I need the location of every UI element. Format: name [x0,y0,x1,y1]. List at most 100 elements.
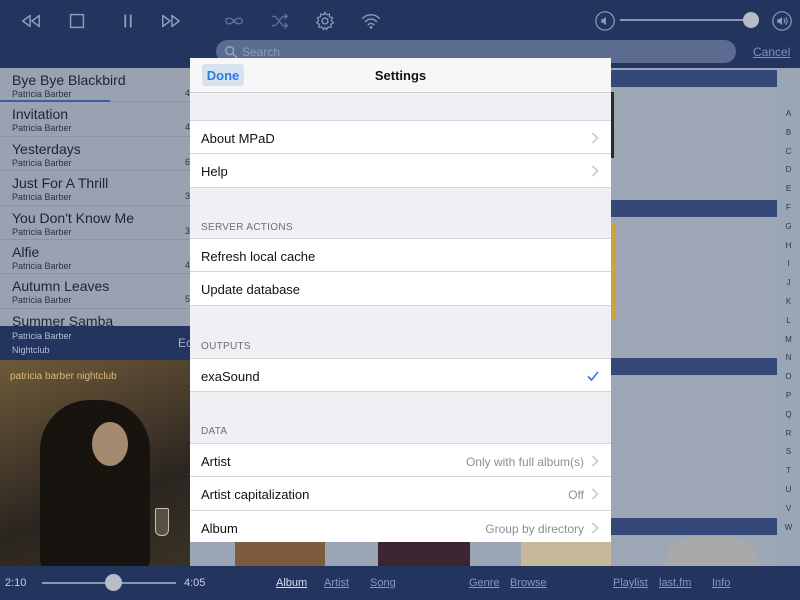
volume-slider-track[interactable] [620,19,755,21]
queue-item-title: Autumn Leaves [12,278,110,295]
alphabet-index-letter[interactable]: O [777,372,800,381]
tab-info[interactable]: Info [712,577,730,589]
queue-item[interactable]: Autumn Leaves Patricia Barber 5 [0,274,190,309]
queue-item[interactable]: Invitation Patricia Barber 4 [0,102,190,137]
play-queue: Bye Bye Blackbird Patricia Barber 4 Invi… [0,68,190,326]
alphabet-index-letter[interactable]: R [777,429,800,438]
rewind-icon[interactable] [18,8,44,34]
alphabet-index-letter[interactable]: W [777,523,800,532]
row-label: Refresh local cache [201,249,316,264]
row-label: exaSound [201,369,260,384]
cancel-search-link[interactable]: Cancel [753,45,790,59]
tab-album[interactable]: Album [276,577,307,589]
alphabet-index-letter[interactable]: I [777,259,800,268]
settings-header: Settings Done [190,58,611,93]
row-label: Update database [201,282,301,297]
section-label-data: DATA [201,426,228,437]
row-value: Off [568,488,584,502]
queue-item[interactable]: You Don't Know Me Patricia Barber 3 [0,206,190,240]
volume-high-icon[interactable] [769,8,795,34]
queue-item-artist: Patricia Barber [12,157,72,168]
row-label: About MPaD [201,131,275,146]
settings-row-help[interactable]: Help [190,154,611,188]
alphabet-index-letter[interactable]: V [777,504,800,513]
settings-row-update-database[interactable]: Update database [190,272,611,306]
chevron-right-icon [591,522,599,534]
alphabet-index-letter[interactable]: K [777,297,800,306]
queue-item[interactable]: Yesterdays Patricia Barber 6 [0,137,190,172]
repeat-icon[interactable] [221,8,247,34]
queue-item-title: Just For A Thrill [12,175,109,192]
checkmark-icon [587,371,599,382]
alphabet-index-letter[interactable]: F [777,203,800,212]
volume-low-icon[interactable] [592,8,618,34]
queue-item[interactable]: Just For A Thrill Patricia Barber 3 [0,171,190,206]
alphabet-index-letter[interactable]: P [777,391,800,400]
pause-icon[interactable] [115,8,141,34]
cover-figure [40,400,150,566]
done-button[interactable]: Done [202,64,244,86]
tab-lastfm[interactable]: last.fm [659,577,691,589]
elapsed-time: 2:10 [5,577,27,589]
queue-item[interactable]: Summer Samba [0,309,190,326]
section-header [611,518,777,535]
section-label-outputs: OUTPUTS [201,341,251,352]
album-grid [611,68,777,566]
tab-song[interactable]: Song [370,577,396,589]
row-value: Group by directory [485,522,584,536]
alphabet-index-letter[interactable]: N [777,353,800,362]
alphabet-index-letter[interactable]: G [777,222,800,231]
alphabet-index-letter[interactable]: D [777,165,800,174]
queue-item-artist: Patricia Barber [12,226,72,237]
bottom-bar: 2:10 4:05 Album Artist Song Genre Browse… [0,566,800,600]
cover-glass [155,508,169,536]
album-thumb[interactable] [611,224,616,319]
section-header [611,200,777,217]
tab-playlist[interactable]: Playlist [613,577,648,589]
chevron-right-icon [591,455,599,467]
settings-row-album[interactable]: Album Group by directory [190,511,611,542]
settings-row-output-exasound[interactable]: exaSound [190,358,611,392]
settings-row-refresh-cache[interactable]: Refresh local cache [190,238,611,272]
row-value: Only with full album(s) [465,455,584,469]
alphabet-index-letter[interactable]: S [777,447,800,456]
album-thumb[interactable] [611,92,614,158]
seek-slider-knob[interactable] [104,574,122,591]
alphabet-index-letter[interactable]: B [777,128,800,137]
alphabet-index-letter[interactable]: U [777,485,800,494]
album-thumb[interactable] [664,537,759,566]
wifi-icon[interactable] [358,8,384,34]
alphabet-index-letter[interactable]: J [777,278,800,287]
queue-item-artist: Patricia Barber [12,295,72,306]
settings-row-artist-capitalization[interactable]: Artist capitalization Off [190,477,611,511]
queue-item[interactable]: Bye Bye Blackbird Patricia Barber 4 [0,68,190,103]
queue-item-title: Yesterdays [12,140,81,157]
gear-icon[interactable] [312,8,338,34]
settings-row-artist[interactable]: Artist Only with full album(s) [190,443,611,477]
alphabet-index-letter[interactable]: T [777,466,800,475]
stop-icon[interactable] [64,8,90,34]
shuffle-icon[interactable] [267,8,293,34]
row-label: Help [201,164,228,179]
fast-forward-icon[interactable] [158,8,184,34]
volume-slider-knob[interactable] [742,12,759,28]
alphabet-index-letter[interactable]: L [777,316,800,325]
tab-artist[interactable]: Artist [324,577,349,589]
section-label-server-actions: SERVER ACTIONS [201,222,293,233]
settings-row-about[interactable]: About MPaD [190,120,611,154]
queue-item[interactable]: Alfie Patricia Barber 4 [0,240,190,275]
now-playing-artist: Patricia Barber [12,331,72,341]
tab-genre[interactable]: Genre [469,577,500,589]
tab-browse[interactable]: Browse [510,577,547,589]
alphabet-index-letter[interactable]: A [777,109,800,118]
search-input[interactable] [242,44,722,59]
album-cover: patricia barber nightclub [0,360,190,566]
alphabet-index-letter[interactable]: C [777,147,800,156]
alphabet-index-letter[interactable]: M [777,335,800,344]
row-label: Artist capitalization [201,487,310,502]
section-header [611,70,777,87]
section-header [611,358,777,375]
alphabet-index-letter[interactable]: Q [777,410,800,419]
alphabet-index-letter[interactable]: E [777,184,800,193]
alphabet-index-letter[interactable]: H [777,241,800,250]
